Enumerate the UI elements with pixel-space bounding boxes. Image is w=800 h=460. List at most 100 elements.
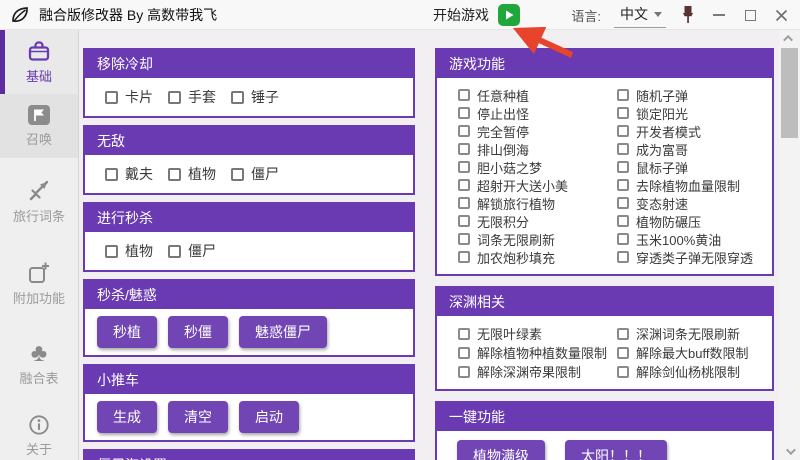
checkbox-abyss-fruit-limit[interactable]: 解除深渊帝果限制 bbox=[458, 362, 617, 381]
checkbox[interactable] bbox=[458, 161, 470, 173]
minimize-button[interactable] bbox=[710, 4, 728, 26]
language-select[interactable]: 中文 bbox=[614, 2, 666, 28]
scroll-down-button[interactable] bbox=[779, 443, 800, 460]
checkbox[interactable] bbox=[617, 251, 629, 263]
checkbox-become-rich[interactable]: 成为富哥 bbox=[617, 140, 768, 158]
checkbox[interactable] bbox=[168, 167, 181, 181]
checkbox-card[interactable]: 卡片 bbox=[105, 87, 153, 107]
checkbox-unlock-travel-plants[interactable]: 解锁旅行植物 bbox=[458, 194, 617, 212]
checkbox-ulti-gift[interactable]: 超射开大送小美 bbox=[458, 176, 617, 194]
checkbox[interactable] bbox=[617, 215, 629, 227]
checkbox-plant-count-limit[interactable]: 解除植物种植数量限制 bbox=[458, 343, 617, 362]
checkbox[interactable] bbox=[617, 365, 629, 378]
checkbox-zombies[interactable]: 僵尸 bbox=[168, 241, 216, 261]
checkbox-max-buff-limit[interactable]: 解除最大buff数限制 bbox=[617, 343, 768, 362]
checkbox[interactable] bbox=[617, 346, 629, 359]
checkbox-unlimited-pierce[interactable]: 穿透类子弹无限穿透 bbox=[617, 248, 768, 266]
checkbox[interactable] bbox=[458, 89, 470, 101]
scrollbar-thumb[interactable] bbox=[781, 48, 798, 138]
checkbox-zombies[interactable]: 僵尸 bbox=[231, 164, 279, 184]
checkbox[interactable] bbox=[617, 197, 629, 209]
checkbox[interactable] bbox=[458, 233, 470, 245]
checkbox[interactable] bbox=[105, 244, 118, 258]
checkbox[interactable] bbox=[458, 327, 470, 340]
checkbox-cannon-fill[interactable]: 加农炮秒填充 bbox=[458, 248, 617, 266]
sidebar-item-label: 召唤 bbox=[25, 132, 52, 147]
sidebar-item-label: 关于 bbox=[25, 442, 52, 457]
kill-zombies-button[interactable]: 秒僵 bbox=[168, 316, 228, 348]
maximize-button[interactable] bbox=[741, 4, 759, 26]
checkbox[interactable] bbox=[458, 197, 470, 209]
checkbox-unlimited-points[interactable]: 无限积分 bbox=[458, 212, 617, 230]
checkbox[interactable] bbox=[458, 251, 470, 263]
section-body: 卡片 手套 锤子 bbox=[85, 78, 413, 116]
sidebar-item-summon[interactable]: 召唤 bbox=[0, 94, 78, 158]
section-remove-cooldown: 移除冷却 卡片 手套 锤子 bbox=[83, 48, 415, 118]
checkbox[interactable] bbox=[617, 161, 629, 173]
checkbox[interactable] bbox=[105, 90, 118, 104]
checkbox-dave[interactable]: 戴夫 bbox=[105, 164, 153, 184]
checkbox-mouse-bullets[interactable]: 鼠标子弹 bbox=[617, 158, 768, 176]
checkbox[interactable] bbox=[617, 125, 629, 137]
checkbox-stop-spawning[interactable]: 停止出怪 bbox=[458, 104, 617, 122]
checkbox[interactable] bbox=[458, 143, 470, 155]
checkbox-scaredy-dream[interactable]: 胆小菇之梦 bbox=[458, 158, 617, 176]
checkbox[interactable] bbox=[231, 167, 244, 181]
checkbox-anti-crush[interactable]: 植物防碾压 bbox=[617, 212, 768, 230]
checkbox-full-pause[interactable]: 完全暂停 bbox=[458, 122, 617, 140]
max-level-plants-button[interactable]: 植物满级 bbox=[457, 440, 545, 460]
checkbox-unlimited-chlorophyll[interactable]: 无限叶绿素 bbox=[458, 324, 617, 343]
checkbox-label: 无限积分 bbox=[477, 214, 530, 230]
checkbox-label: 卡片 bbox=[125, 89, 153, 105]
checkbox-remove-plant-hp-limit[interactable]: 去除植物血量限制 bbox=[617, 176, 768, 194]
checkbox-overwhelming[interactable]: 排山倒海 bbox=[458, 140, 617, 158]
checkbox-developer-mode[interactable]: 开发者模式 bbox=[617, 122, 768, 140]
checkbox-entry-refresh[interactable]: 词条无限刷新 bbox=[458, 230, 617, 248]
generate-button[interactable]: 生成 bbox=[97, 401, 157, 433]
sidebar-item-extra-functions[interactable]: 附加功能 bbox=[0, 252, 78, 316]
checkbox-random-bullets[interactable]: 随机子弹 bbox=[617, 86, 768, 104]
sidebar-item-about[interactable]: 关于 bbox=[0, 404, 78, 460]
checkbox[interactable] bbox=[168, 244, 181, 258]
checkbox-glove[interactable]: 手套 bbox=[168, 87, 216, 107]
checkbox-plants[interactable]: 植物 bbox=[105, 241, 153, 261]
checkbox[interactable] bbox=[231, 90, 244, 104]
kill-plants-button[interactable]: 秒植 bbox=[97, 316, 157, 348]
checkbox[interactable] bbox=[458, 346, 470, 359]
launch-button[interactable]: 启动 bbox=[239, 401, 299, 433]
close-button[interactable] bbox=[772, 4, 790, 26]
start-game-button[interactable] bbox=[498, 4, 520, 26]
checkbox[interactable] bbox=[458, 215, 470, 227]
checkbox[interactable] bbox=[458, 365, 470, 378]
checkbox[interactable] bbox=[458, 125, 470, 137]
checkbox-hammer[interactable]: 锤子 bbox=[231, 87, 279, 107]
checkbox-plants[interactable]: 植物 bbox=[168, 164, 216, 184]
scroll-up-button[interactable] bbox=[779, 30, 800, 47]
checkbox-starfruit-limit[interactable]: 解除剑仙杨桃限制 bbox=[617, 362, 768, 381]
sidebar-item-travel-entries[interactable]: 旅行词条 bbox=[0, 170, 78, 234]
checkbox[interactable] bbox=[617, 179, 629, 191]
sidebar-item-fusion-table[interactable]: ♣ 融合表 bbox=[0, 332, 78, 396]
checkbox-label: 开发者模式 bbox=[636, 124, 702, 140]
checkbox-crazy-fire-rate[interactable]: 变态射速 bbox=[617, 194, 768, 212]
checkbox[interactable] bbox=[458, 107, 470, 119]
checkbox[interactable] bbox=[617, 233, 629, 245]
checkbox[interactable] bbox=[617, 143, 629, 155]
sun-button[interactable]: 太阳！！！ bbox=[565, 440, 667, 460]
checkbox[interactable] bbox=[458, 179, 470, 191]
checkbox-abyss-entry-refresh[interactable]: 深渊词条无限刷新 bbox=[617, 324, 768, 343]
checkbox[interactable] bbox=[617, 107, 629, 119]
vertical-scrollbar[interactable] bbox=[779, 30, 800, 460]
checkbox-lock-sun[interactable]: 锁定阳光 bbox=[617, 104, 768, 122]
clear-button[interactable]: 清空 bbox=[168, 401, 228, 433]
checkbox[interactable] bbox=[617, 327, 629, 340]
pin-button[interactable] bbox=[679, 4, 697, 26]
checkbox[interactable] bbox=[168, 90, 181, 104]
checkbox-plant-anywhere[interactable]: 任意种植 bbox=[458, 86, 617, 104]
charm-zombies-button[interactable]: 魅惑僵尸 bbox=[239, 316, 327, 348]
checkbox-corn-butter[interactable]: 玉米100%黄油 bbox=[617, 230, 768, 248]
sidebar-item-basic[interactable]: 基础 bbox=[0, 30, 78, 94]
checkbox[interactable] bbox=[105, 167, 118, 181]
checkbox[interactable] bbox=[617, 89, 629, 101]
checkbox-label: 任意种植 bbox=[477, 88, 530, 104]
